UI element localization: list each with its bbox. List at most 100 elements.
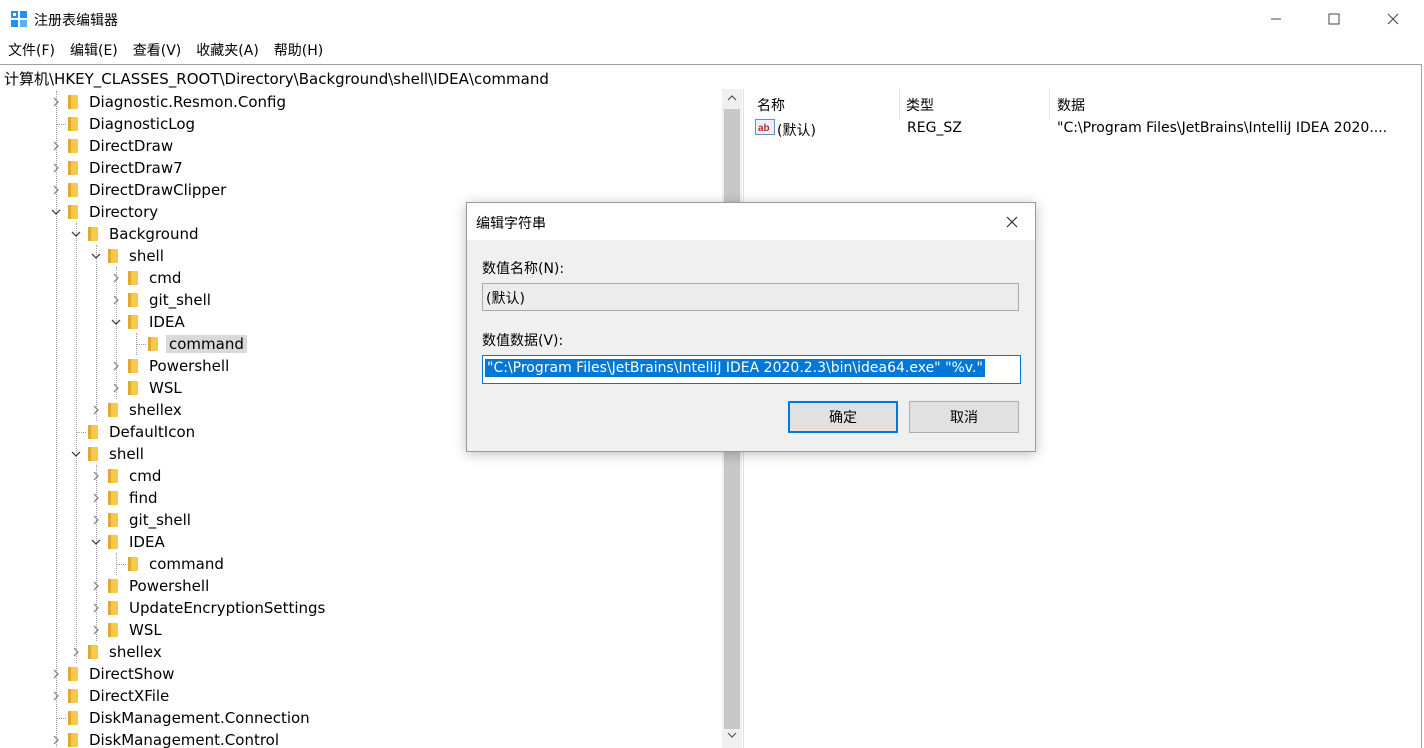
ok-button[interactable]: 确定 [788,401,898,433]
menu-edit[interactable]: 编辑(E) [62,38,125,64]
chevron-right-icon[interactable] [50,732,62,748]
tree-item-label[interactable]: DirectDraw [86,137,176,155]
chevron-down-icon[interactable] [50,204,62,220]
tree-item[interactable]: command [0,553,722,575]
maximize-button[interactable] [1305,0,1363,38]
tree-item-label[interactable]: shellex [106,643,165,661]
column-header-type[interactable]: 类型 [906,95,934,115]
column-header-name[interactable]: 名称 [757,95,785,115]
chevron-right-icon[interactable] [50,182,62,198]
value-name-text: (默认) [486,291,525,307]
scroll-up-icon[interactable] [727,94,737,102]
tree-item-label[interactable]: DiskManagement.Control [86,731,282,748]
tree-item-label[interactable]: DirectDraw7 [86,159,186,177]
value-data-input[interactable]: "C:\Program Files\JetBrains\IntelliJ IDE… [482,355,1021,384]
chevron-right-icon[interactable] [50,666,62,682]
tree-item[interactable]: shellex [0,641,722,663]
chevron-right-icon[interactable] [90,402,102,418]
folder-icon [68,667,78,681]
tree-item[interactable]: DirectShow [0,663,722,685]
tree-item-label[interactable]: Directory [86,203,161,221]
chevron-right-icon[interactable] [50,94,62,110]
close-button[interactable] [1364,0,1422,38]
regedit-icon [11,11,27,27]
address-path[interactable]: 计算机\HKEY_CLASSES_ROOT\Directory\Backgrou… [4,68,549,89]
chevron-right-icon[interactable] [50,160,62,176]
tree-item[interactable]: DirectXFile [0,685,722,707]
chevron-right-icon[interactable] [90,512,102,528]
chevron-down-icon[interactable] [90,534,102,550]
tree-item-label[interactable]: command [146,555,227,573]
tree-item[interactable]: DiagnosticLog [0,113,722,135]
chevron-right-icon[interactable] [110,380,122,396]
chevron-right-icon[interactable] [90,622,102,638]
tree-item-label[interactable]: Diagnostic.Resmon.Config [86,93,289,111]
chevron-right-icon[interactable] [110,292,122,308]
tree-item[interactable]: find [0,487,722,509]
tree-item-label[interactable]: git_shell [146,291,214,309]
tree-item[interactable]: Powershell [0,575,722,597]
tree-item-label[interactable]: command [166,335,247,353]
dialog-close-button[interactable] [995,209,1029,235]
tree-item-label[interactable]: DirectXFile [86,687,172,705]
tree-item-label[interactable]: DiskManagement.Connection [86,709,313,727]
tree-item-label[interactable]: shell [106,445,147,463]
chevron-right-icon[interactable] [90,468,102,484]
address-bar[interactable]: 计算机\HKEY_CLASSES_ROOT\Directory\Backgrou… [0,64,1421,90]
tree-item-label[interactable]: cmd [146,269,184,287]
chevron-right-icon[interactable] [50,688,62,704]
value-data-text[interactable]: "C:\Program Files\JetBrains\IntelliJ IDE… [485,359,985,377]
chevron-right-icon[interactable] [90,600,102,616]
menu-view[interactable]: 查看(V) [125,38,189,64]
chevron-right-icon[interactable] [50,138,62,154]
tree-item[interactable]: UpdateEncryptionSettings [0,597,722,619]
chevron-right-icon[interactable] [110,270,122,286]
column-header-data[interactable]: 数据 [1057,95,1085,115]
tree-item-label[interactable]: DefaultIcon [106,423,198,441]
tree-item[interactable]: WSL [0,619,722,641]
column-separator[interactable] [899,89,900,119]
tree-item[interactable]: DiskManagement.Connection [0,707,722,729]
tree-item-label[interactable]: DiagnosticLog [86,115,198,133]
tree-item-label[interactable]: Background [106,225,202,243]
chevron-down-icon[interactable] [70,446,82,462]
tree-item-label[interactable]: IDEA [146,313,188,331]
tree-item-label[interactable]: Powershell [126,577,212,595]
column-separator[interactable] [1049,89,1050,119]
menu-help[interactable]: 帮助(H) [266,38,330,64]
tree-item[interactable]: DirectDrawClipper [0,179,722,201]
tree-item-label[interactable]: git_shell [126,511,194,529]
cancel-button[interactable]: 取消 [909,401,1019,433]
tree-item-label[interactable]: WSL [146,379,185,397]
tree-item-label[interactable]: cmd [126,467,164,485]
tree-item-label[interactable]: WSL [126,621,165,639]
tree-item-label[interactable]: shell [126,247,167,265]
dialog-title-bar[interactable]: 编辑字符串 [467,203,1035,240]
tree-item-label[interactable]: find [126,489,160,507]
tree-item-label[interactable]: IDEA [126,533,168,551]
tree-item-label[interactable]: Powershell [146,357,232,375]
chevron-right-icon[interactable] [70,644,82,660]
tree-item[interactable]: IDEA [0,531,722,553]
scroll-down-icon[interactable] [727,731,737,739]
menu-file[interactable]: 文件(F) [0,38,62,64]
tree-item-label[interactable]: shellex [126,401,185,419]
tree-item-label[interactable]: UpdateEncryptionSettings [126,599,328,617]
chevron-right-icon[interactable] [110,358,122,374]
tree-item[interactable]: git_shell [0,509,722,531]
tree-item[interactable]: cmd [0,465,722,487]
minimize-button[interactable] [1247,0,1305,38]
chevron-down-icon[interactable] [90,248,102,264]
tree-item[interactable]: DirectDraw [0,135,722,157]
tree-item[interactable]: DiskManagement.Control [0,729,722,748]
chevron-down-icon[interactable] [110,314,122,330]
tree-item-label[interactable]: DirectShow [86,665,177,683]
tree-item-label[interactable]: DirectDrawClipper [86,181,229,199]
chevron-down-icon[interactable] [70,226,82,242]
menu-favorites[interactable]: 收藏夹(A) [188,38,266,64]
tree-item[interactable]: DirectDraw7 [0,157,722,179]
chevron-right-icon[interactable] [90,490,102,506]
tree-item[interactable]: Diagnostic.Resmon.Config [0,91,722,113]
folder-icon [108,249,118,263]
chevron-right-icon[interactable] [90,578,102,594]
